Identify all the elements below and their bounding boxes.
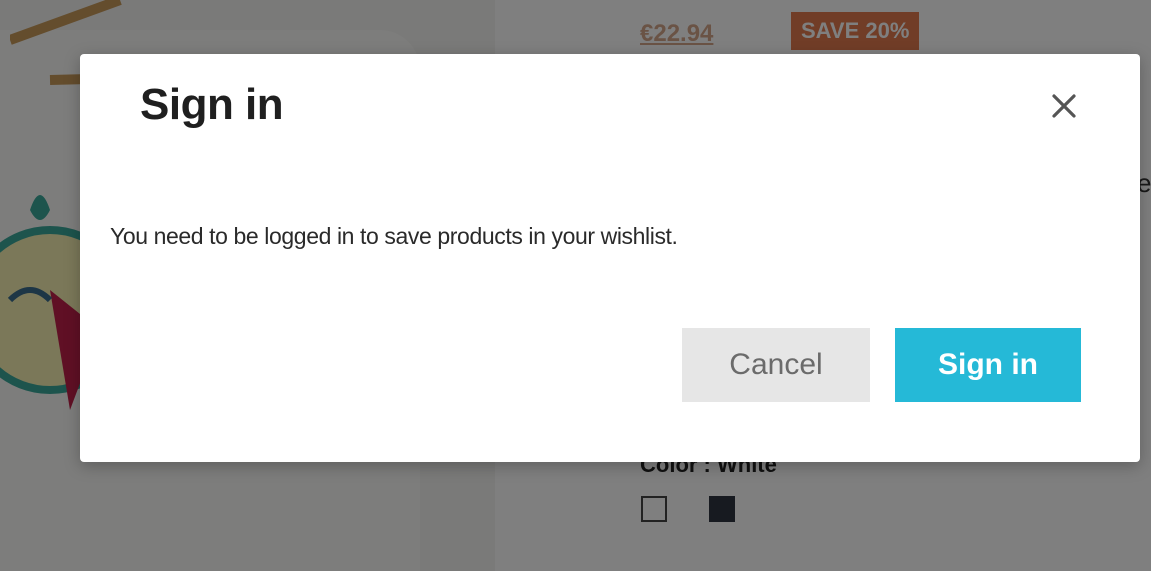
sign-in-modal: Sign in You need to be logged in to save… — [80, 54, 1140, 462]
cancel-button[interactable]: Cancel — [682, 328, 870, 402]
modal-message: You need to be logged in to save product… — [110, 223, 678, 249]
sign-in-button[interactable]: Sign in — [895, 328, 1081, 402]
product-page: €22.94 SAVE 20% Color : White e Sign in … — [0, 0, 1151, 571]
modal-title: Sign in — [140, 80, 284, 129]
close-icon — [1052, 94, 1076, 118]
close-button[interactable] — [1042, 84, 1086, 128]
